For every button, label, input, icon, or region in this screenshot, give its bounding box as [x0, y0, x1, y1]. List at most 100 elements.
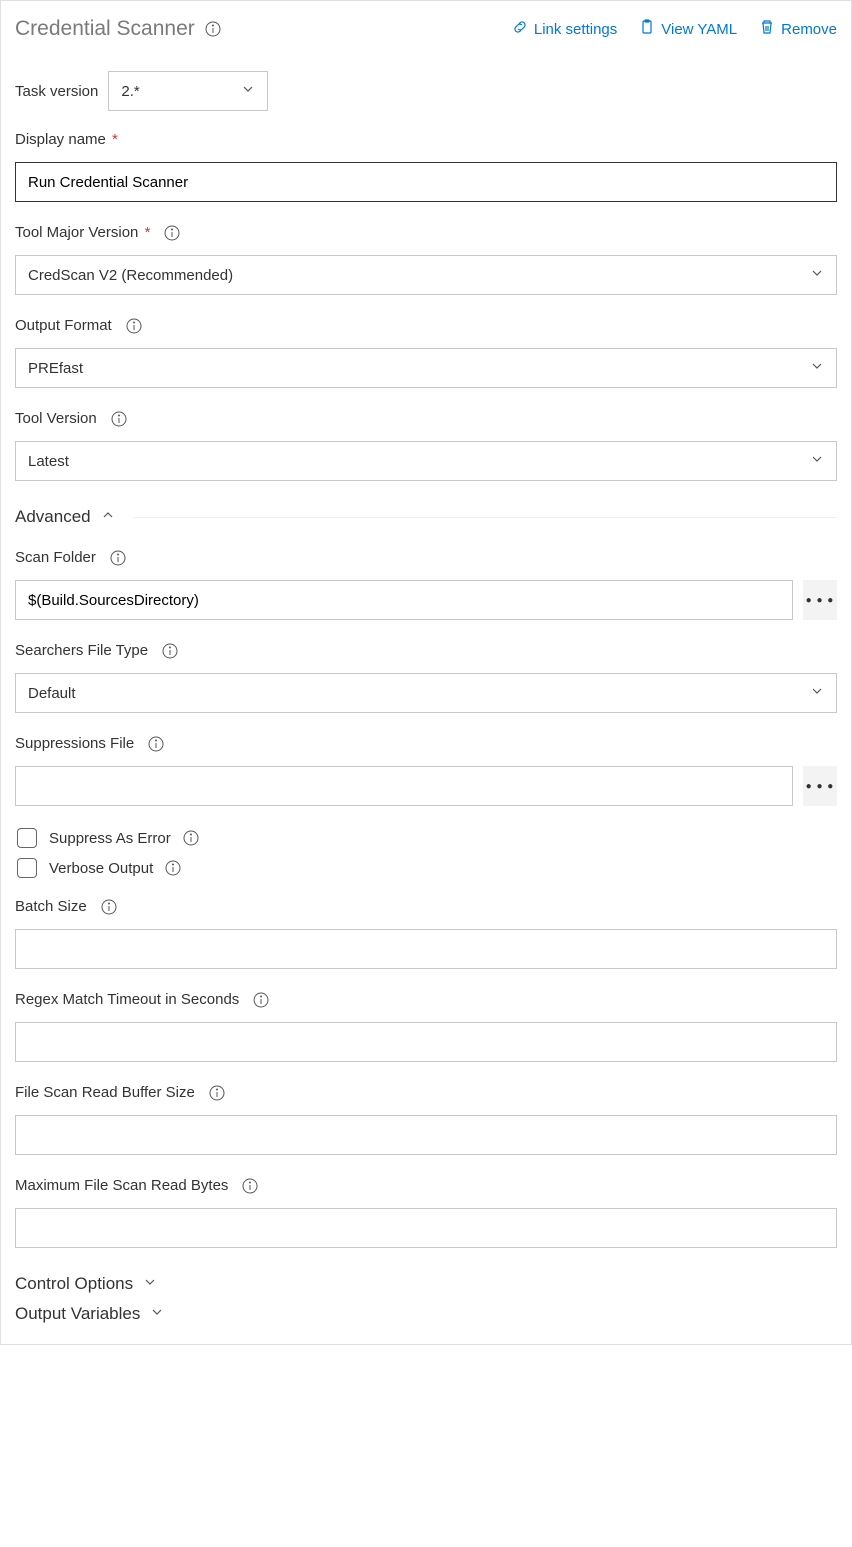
- display-name-label: Display name: [15, 131, 106, 148]
- suppressions-file-input[interactable]: [15, 766, 793, 806]
- max-file-scan-input[interactable]: [15, 1208, 837, 1248]
- chevron-up-icon: [101, 507, 115, 527]
- control-options-section-toggle[interactable]: Control Options: [15, 1274, 837, 1294]
- output-format-value: PREfast: [28, 360, 83, 377]
- info-icon[interactable]: [111, 411, 127, 427]
- info-icon[interactable]: [164, 225, 180, 241]
- file-scan-buffer-input[interactable]: [15, 1115, 837, 1155]
- verbose-output-checkbox[interactable]: [17, 858, 37, 878]
- view-yaml-button[interactable]: View YAML: [639, 19, 737, 39]
- regex-timeout-group: Regex Match Timeout in Seconds: [15, 991, 837, 1062]
- advanced-section-toggle[interactable]: Advanced: [15, 507, 837, 527]
- output-format-group: Output Format PREfast: [15, 317, 837, 388]
- link-settings-label: Link settings: [534, 21, 617, 38]
- chevron-down-icon: [810, 359, 824, 377]
- max-file-scan-label: Maximum File Scan Read Bytes: [15, 1177, 228, 1194]
- regex-timeout-label: Regex Match Timeout in Seconds: [15, 991, 239, 1008]
- info-icon[interactable]: [148, 736, 164, 752]
- info-icon[interactable]: [183, 830, 199, 846]
- info-icon[interactable]: [205, 21, 221, 37]
- suppress-as-error-checkbox[interactable]: [17, 828, 37, 848]
- suppressions-file-browse-button[interactable]: ● ● ●: [803, 766, 837, 806]
- scan-folder-input[interactable]: [15, 580, 793, 620]
- tool-version-label: Tool Version: [15, 410, 97, 427]
- max-file-scan-group: Maximum File Scan Read Bytes: [15, 1177, 837, 1248]
- output-format-label-row: Output Format: [15, 317, 837, 334]
- info-icon[interactable]: [162, 643, 178, 659]
- control-options-label: Control Options: [15, 1274, 133, 1294]
- chevron-down-icon: [241, 82, 255, 100]
- chevron-down-icon: [150, 1304, 164, 1324]
- max-file-scan-label-row: Maximum File Scan Read Bytes: [15, 1177, 837, 1194]
- task-version-value: 2.*: [121, 83, 139, 100]
- advanced-label: Advanced: [15, 507, 91, 527]
- chevron-down-icon: [143, 1274, 157, 1294]
- output-format-label: Output Format: [15, 317, 112, 334]
- scan-folder-browse-button[interactable]: ● ● ●: [803, 580, 837, 620]
- scan-folder-label-row: Scan Folder: [15, 549, 837, 566]
- verbose-output-label: Verbose Output: [49, 860, 153, 877]
- tool-major-version-label-row: Tool Major Version *: [15, 224, 837, 241]
- tool-version-group: Tool Version Latest: [15, 410, 837, 481]
- verbose-output-row: Verbose Output: [17, 858, 837, 878]
- info-icon[interactable]: [253, 992, 269, 1008]
- suppressions-file-group: Suppressions File ● ● ●: [15, 735, 837, 806]
- info-icon[interactable]: [165, 860, 181, 876]
- searchers-file-type-value: Default: [28, 685, 76, 702]
- view-yaml-label: View YAML: [661, 21, 737, 38]
- task-panel: Credential Scanner Link settings View YA…: [0, 0, 852, 1345]
- batch-size-input[interactable]: [15, 929, 837, 969]
- batch-size-label: Batch Size: [15, 898, 87, 915]
- link-icon: [512, 19, 528, 39]
- regex-timeout-label-row: Regex Match Timeout in Seconds: [15, 991, 837, 1008]
- output-variables-label: Output Variables: [15, 1304, 140, 1324]
- task-version-label: Task version: [15, 83, 98, 100]
- suppressions-file-label: Suppressions File: [15, 735, 134, 752]
- panel-title: Credential Scanner: [15, 17, 195, 41]
- batch-size-group: Batch Size: [15, 898, 837, 969]
- tool-major-version-label: Tool Major Version: [15, 224, 138, 241]
- tool-version-value: Latest: [28, 453, 69, 470]
- tool-major-version-select[interactable]: CredScan V2 (Recommended): [15, 255, 837, 295]
- info-icon[interactable]: [110, 550, 126, 566]
- searchers-file-type-group: Searchers File Type Default: [15, 642, 837, 713]
- tool-version-label-row: Tool Version: [15, 410, 837, 427]
- output-format-select[interactable]: PREfast: [15, 348, 837, 388]
- info-icon[interactable]: [242, 1178, 258, 1194]
- file-scan-buffer-label-row: File Scan Read Buffer Size: [15, 1084, 837, 1101]
- tool-version-select[interactable]: Latest: [15, 441, 837, 481]
- required-indicator: *: [140, 224, 150, 241]
- link-settings-button[interactable]: Link settings: [512, 19, 617, 39]
- display-name-group: Display name *: [15, 131, 837, 202]
- divider: [133, 517, 837, 518]
- regex-timeout-input[interactable]: [15, 1022, 837, 1062]
- file-scan-buffer-group: File Scan Read Buffer Size: [15, 1084, 837, 1155]
- display-name-label-row: Display name *: [15, 131, 837, 148]
- suppressions-file-label-row: Suppressions File: [15, 735, 837, 752]
- task-version-select[interactable]: 2.*: [108, 71, 268, 111]
- remove-button[interactable]: Remove: [759, 19, 837, 39]
- output-variables-section-toggle[interactable]: Output Variables: [15, 1304, 837, 1324]
- suppress-as-error-row: Suppress As Error: [17, 828, 837, 848]
- searchers-file-type-label-row: Searchers File Type: [15, 642, 837, 659]
- info-icon[interactable]: [101, 899, 117, 915]
- tool-major-version-group: Tool Major Version * CredScan V2 (Recomm…: [15, 224, 837, 295]
- chevron-down-icon: [810, 684, 824, 702]
- required-indicator: *: [108, 131, 118, 148]
- chevron-down-icon: [810, 266, 824, 284]
- header: Credential Scanner Link settings View YA…: [15, 17, 837, 41]
- header-actions: Link settings View YAML Remove: [512, 19, 837, 39]
- remove-label: Remove: [781, 21, 837, 38]
- chevron-down-icon: [810, 452, 824, 470]
- tool-major-version-value: CredScan V2 (Recommended): [28, 267, 233, 284]
- clipboard-icon: [639, 19, 655, 39]
- batch-size-label-row: Batch Size: [15, 898, 837, 915]
- scan-folder-label: Scan Folder: [15, 549, 96, 566]
- display-name-input[interactable]: [15, 162, 837, 202]
- task-version-row: Task version 2.*: [15, 71, 837, 111]
- file-scan-buffer-label: File Scan Read Buffer Size: [15, 1084, 195, 1101]
- searchers-file-type-select[interactable]: Default: [15, 673, 837, 713]
- info-icon[interactable]: [126, 318, 142, 334]
- suppress-as-error-label: Suppress As Error: [49, 830, 171, 847]
- info-icon[interactable]: [209, 1085, 225, 1101]
